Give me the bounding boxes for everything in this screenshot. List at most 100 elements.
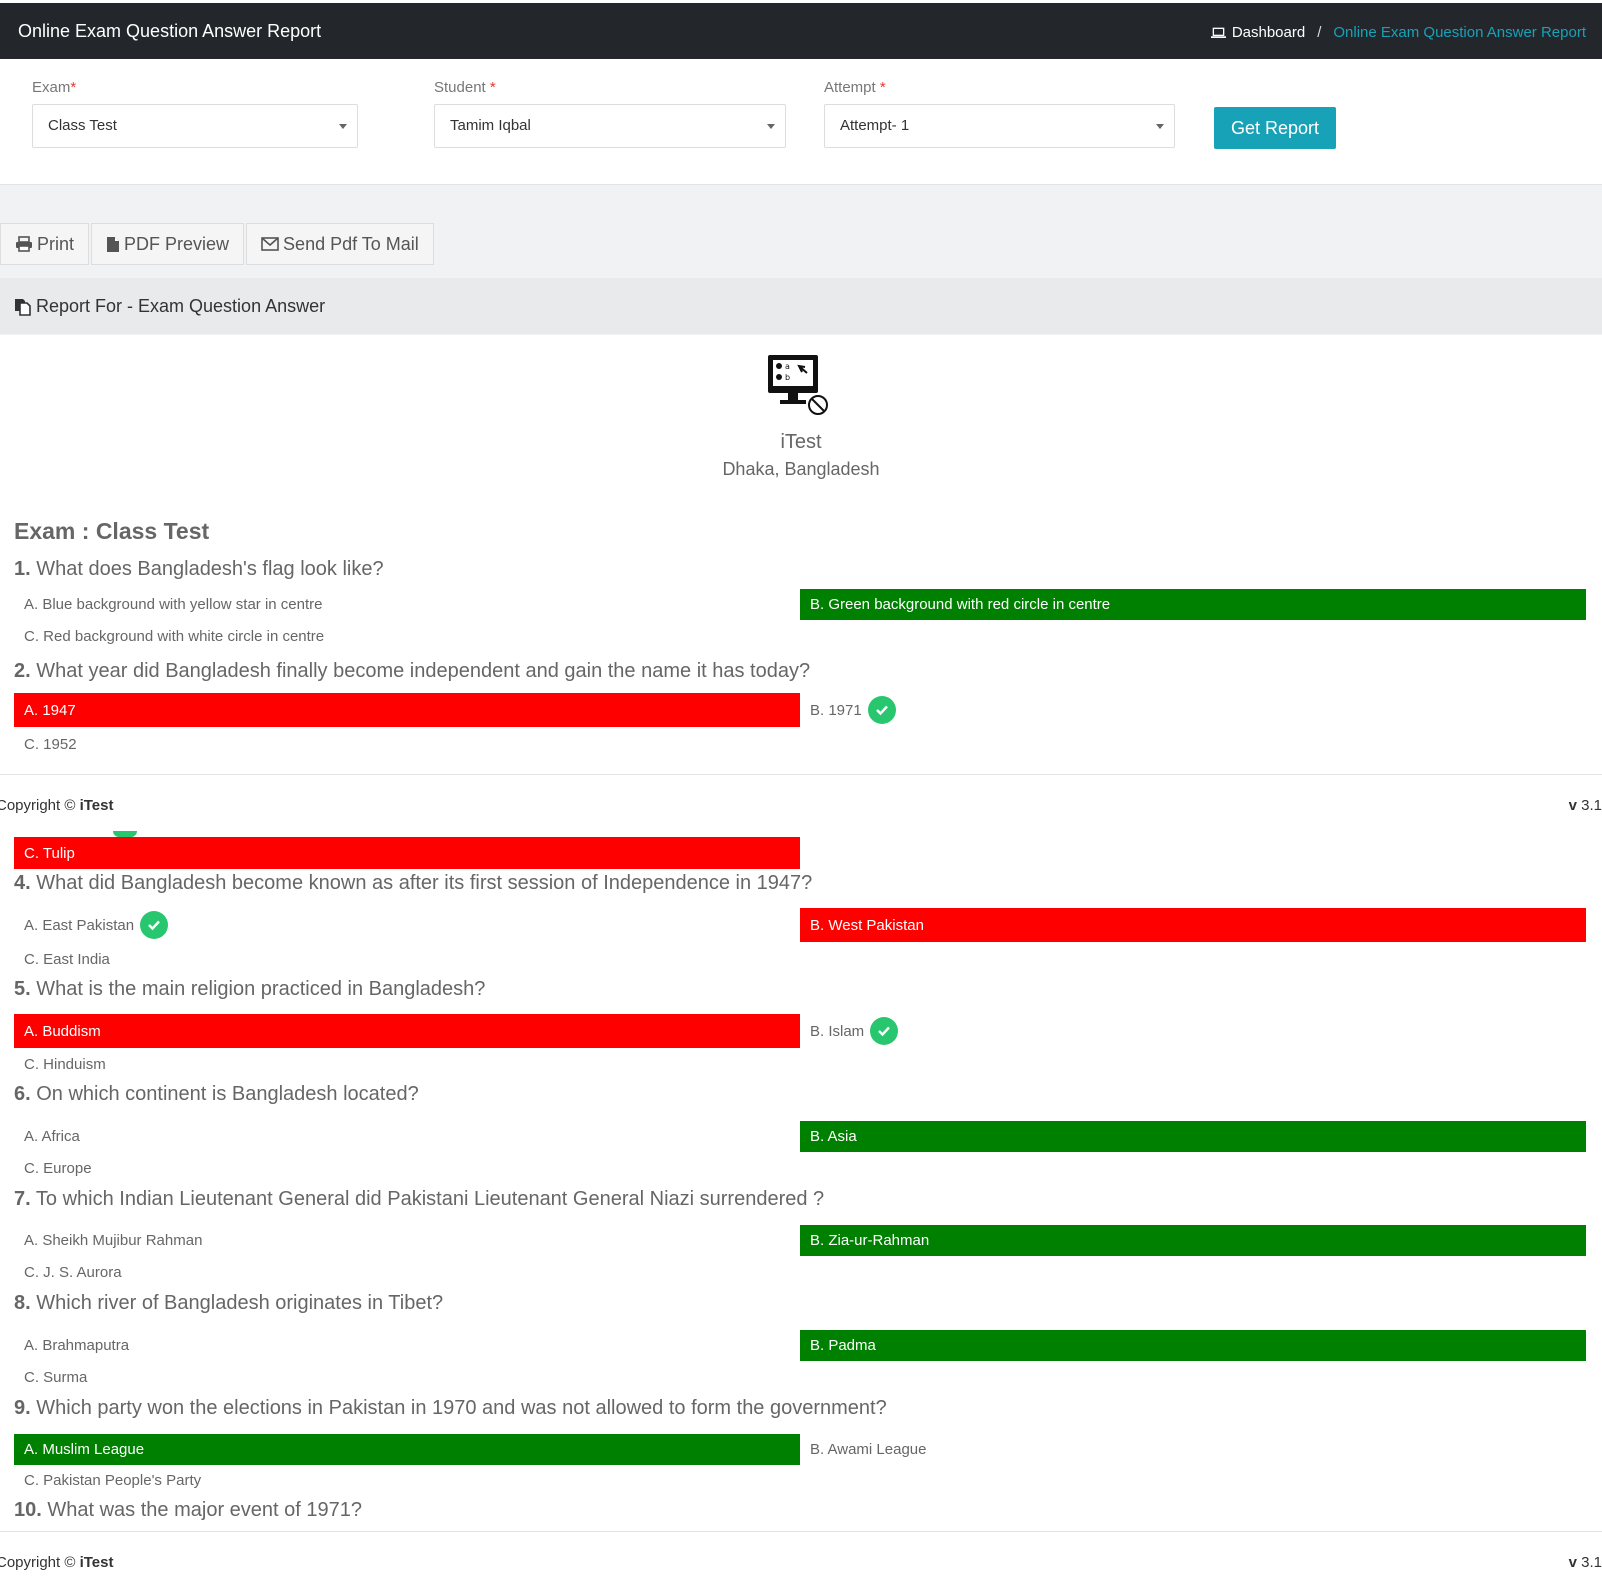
- get-report-button[interactable]: Get Report: [1214, 107, 1336, 149]
- question-9: 9. Which party won the elections in Paki…: [14, 1397, 887, 1420]
- question-text: What year did Bangladesh finally become …: [36, 660, 811, 682]
- option-b-correct: B. 1971: [800, 693, 1586, 727]
- option-c: C. Red background with white circle in c…: [24, 628, 325, 645]
- option-a-selected-wrong: A. Buddism: [14, 1014, 800, 1048]
- copyright: Copyright © iTest: [0, 797, 114, 814]
- pdf-preview-label: PDF Preview: [124, 233, 230, 254]
- svg-text:b: b: [785, 373, 790, 382]
- student-select[interactable]: Tamim Iqbal: [434, 104, 786, 148]
- copy-icon: [15, 298, 31, 316]
- question-text: Which river of Bangladesh originates in …: [36, 1292, 444, 1314]
- caret-down-icon: [767, 124, 775, 129]
- exam-filter: Exam* Class Test: [32, 79, 358, 148]
- question-text: Which party won the elections in Pakista…: [36, 1397, 887, 1419]
- caret-down-icon: [339, 124, 347, 129]
- report-heading-text: Report For - Exam Question Answer: [36, 296, 326, 316]
- option-c: C. East India: [24, 951, 110, 968]
- option-a: A. Blue background with yellow star in c…: [24, 596, 323, 613]
- question-text: What is the main religion practiced in B…: [36, 978, 486, 1000]
- question-text: To which Indian Lieutenant General did P…: [35, 1188, 825, 1210]
- option-a-selected-wrong: A. 1947: [14, 693, 800, 727]
- svg-text:a: a: [785, 362, 790, 371]
- student-filter: Student * Tamim Iqbal: [434, 79, 786, 148]
- report-page-1: a b iTest Dhaka, Bangladesh Exam : Class…: [0, 335, 1602, 774]
- question-number: 5.: [14, 978, 31, 1000]
- question-5: 5. What is the main religion practiced i…: [14, 978, 485, 1001]
- org-name: iTest: [780, 431, 822, 453]
- check-circle-icon: [867, 696, 896, 724]
- exam-select[interactable]: Class Test: [32, 104, 358, 148]
- question-number: 10.: [14, 1499, 42, 1521]
- send-pdf-mail-button[interactable]: Send Pdf To Mail: [246, 223, 434, 265]
- breadcrumb-separator: /: [1317, 24, 1322, 41]
- exam-select-value: Class Test: [48, 117, 117, 134]
- monitor-quiz-icon: a b: [768, 355, 828, 415]
- question-number: 2.: [14, 660, 31, 682]
- question-8: 8. Which river of Bangladesh originates …: [14, 1292, 443, 1315]
- option-a: A. Brahmaputra: [24, 1337, 130, 1354]
- report-page-2: C. Tulip 4. What did Bangladesh become k…: [0, 831, 1602, 1531]
- question-number: 1.: [14, 558, 31, 580]
- copyright: Copyright © iTest: [0, 1554, 114, 1571]
- option-b-selected-correct: B. Asia: [800, 1121, 1586, 1152]
- envelope-icon: [261, 237, 279, 251]
- option-c: C. Hinduism: [24, 1056, 106, 1073]
- student-label: Student *: [434, 79, 496, 96]
- option-b-selected-wrong: B. West Pakistan: [800, 908, 1586, 942]
- question-number: 6.: [14, 1083, 31, 1105]
- top-bar: Online Exam Question Answer Report Dashb…: [0, 3, 1602, 59]
- question-6: 6. On which continent is Bangladesh loca…: [14, 1083, 419, 1106]
- option-text: B. 1971: [810, 701, 862, 719]
- question-number: 7.: [14, 1188, 31, 1210]
- report-heading-bar: Report For - Exam Question Answer: [0, 278, 1602, 334]
- option-c: C. J. S. Aurora: [24, 1264, 122, 1281]
- question-text: On which continent is Bangladesh located…: [36, 1083, 419, 1105]
- question-2: 2. What year did Bangladesh finally beco…: [14, 660, 810, 683]
- attempt-select[interactable]: Attempt- 1: [824, 104, 1175, 148]
- option-b-correct: B. Islam: [800, 1014, 1586, 1048]
- exam-label: Exam*: [32, 79, 77, 96]
- question-number: 8.: [14, 1292, 31, 1314]
- question-4: 4. What did Bangladesh become known as a…: [14, 872, 812, 895]
- version: v 3.1: [1568, 1554, 1602, 1571]
- option-a-selected-correct: A. Muslim League: [14, 1434, 800, 1465]
- question-text: What did Bangladesh become known as afte…: [36, 872, 813, 894]
- attempt-select-value: Attempt- 1: [840, 117, 910, 134]
- option-a: A. Sheikh Mujibur Rahman: [24, 1232, 203, 1249]
- printer-icon: [16, 236, 32, 252]
- option-a-correct: A. East Pakistan: [14, 908, 800, 942]
- send-pdf-mail-label: Send Pdf To Mail: [283, 233, 419, 254]
- option-text: A. East Pakistan: [24, 916, 135, 934]
- page-footer: Copyright © iTest v 3.1: [0, 774, 1602, 830]
- pdf-preview-button[interactable]: PDF Preview: [91, 223, 245, 265]
- print-button[interactable]: Print: [0, 223, 90, 265]
- student-select-value: Tamim Iqbal: [450, 117, 531, 134]
- option-b-selected-correct: B. Zia-ur-Rahman: [800, 1225, 1586, 1256]
- question-number: 9.: [14, 1397, 31, 1419]
- report-toolbar: Print PDF Preview Send Pdf To Mail: [0, 223, 434, 265]
- page-footer: Copyright © iTest v 3.1: [0, 1531, 1602, 1587]
- attempt-filter: Attempt * Attempt- 1: [824, 79, 1175, 148]
- option-b: B. Awami League: [810, 1441, 927, 1458]
- question-1: 1. What does Bangladesh's flag look like…: [14, 558, 384, 581]
- question-10-clip: 10. What was the major event of 1971?: [0, 1491, 1602, 1525]
- option-c: C. Surma: [24, 1369, 88, 1386]
- option-text: B. Islam: [810, 1022, 865, 1040]
- version: v 3.1: [1568, 797, 1602, 814]
- option-b-selected-correct: B. Green background with red circle in c…: [800, 589, 1586, 620]
- question-number: 4.: [14, 872, 31, 894]
- question-10: 10. What was the major event of 1971?: [14, 1499, 362, 1522]
- file-icon: [107, 236, 120, 252]
- laptop-icon: [1210, 27, 1226, 38]
- question-7: 7. To which Indian Lieutenant General di…: [14, 1188, 824, 1211]
- option-c-selected-wrong: C. Tulip: [14, 837, 800, 869]
- check-circle-icon: [140, 911, 169, 939]
- breadcrumb-current: Online Exam Question Answer Report: [1333, 24, 1586, 41]
- breadcrumb-dashboard-link[interactable]: Dashboard: [1232, 24, 1305, 41]
- caret-down-icon: [1156, 124, 1164, 129]
- option-c: C. Europe: [24, 1160, 92, 1177]
- option-a: A. Africa: [24, 1128, 80, 1145]
- filter-panel: Exam* Class Test Student * Tamim Iqbal A…: [0, 59, 1602, 185]
- org-address: Dhaka, Bangladesh: [722, 459, 880, 479]
- print-label: Print: [37, 233, 75, 254]
